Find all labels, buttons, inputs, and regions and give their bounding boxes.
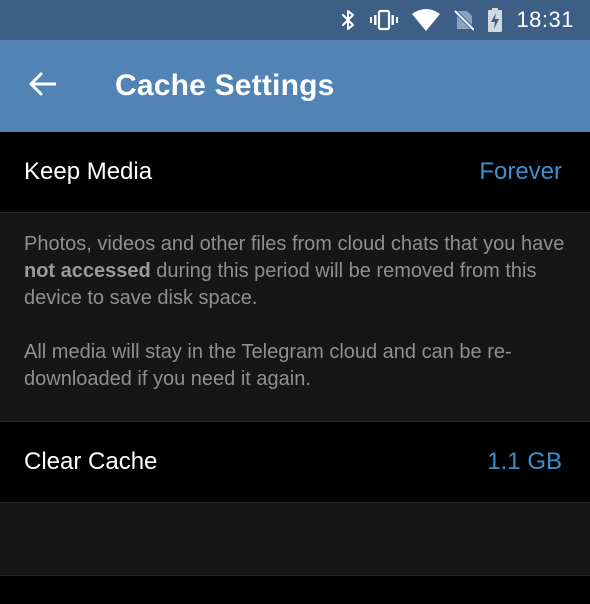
bluetooth-icon (340, 8, 356, 32)
keep-media-row[interactable]: Keep Media Forever (0, 132, 590, 212)
info-text: Photos, videos and other files from clou… (24, 233, 565, 255)
clear-cache-label: Clear Cache (24, 448, 158, 475)
status-time: 18:31 (516, 7, 574, 32)
app-bar: Cache Settings (0, 40, 590, 132)
no-sim-icon (454, 8, 475, 32)
footer-spacer (0, 502, 590, 576)
info-bold-text: not accessed (24, 260, 151, 282)
cache-size-value: 1.1 GB (487, 448, 562, 475)
info-paragraph-2: All media will stay in the Telegram clou… (24, 341, 512, 390)
info-paragraph-1: Photos, videos and other files from clou… (24, 231, 566, 312)
arrow-left-icon (28, 72, 57, 101)
cache-info-text: Photos, videos and other files from clou… (0, 212, 590, 422)
wifi-icon (412, 8, 441, 32)
back-button[interactable] (22, 66, 62, 106)
battery-charging-icon (488, 8, 503, 32)
vibrate-icon (370, 8, 399, 32)
page-title: Cache Settings (115, 69, 335, 102)
keep-media-value: Forever (479, 158, 562, 185)
clear-cache-row[interactable]: Clear Cache 1.1 GB (0, 422, 590, 502)
status-bar: 18:31 (0, 0, 590, 40)
keep-media-label: Keep Media (24, 158, 153, 185)
